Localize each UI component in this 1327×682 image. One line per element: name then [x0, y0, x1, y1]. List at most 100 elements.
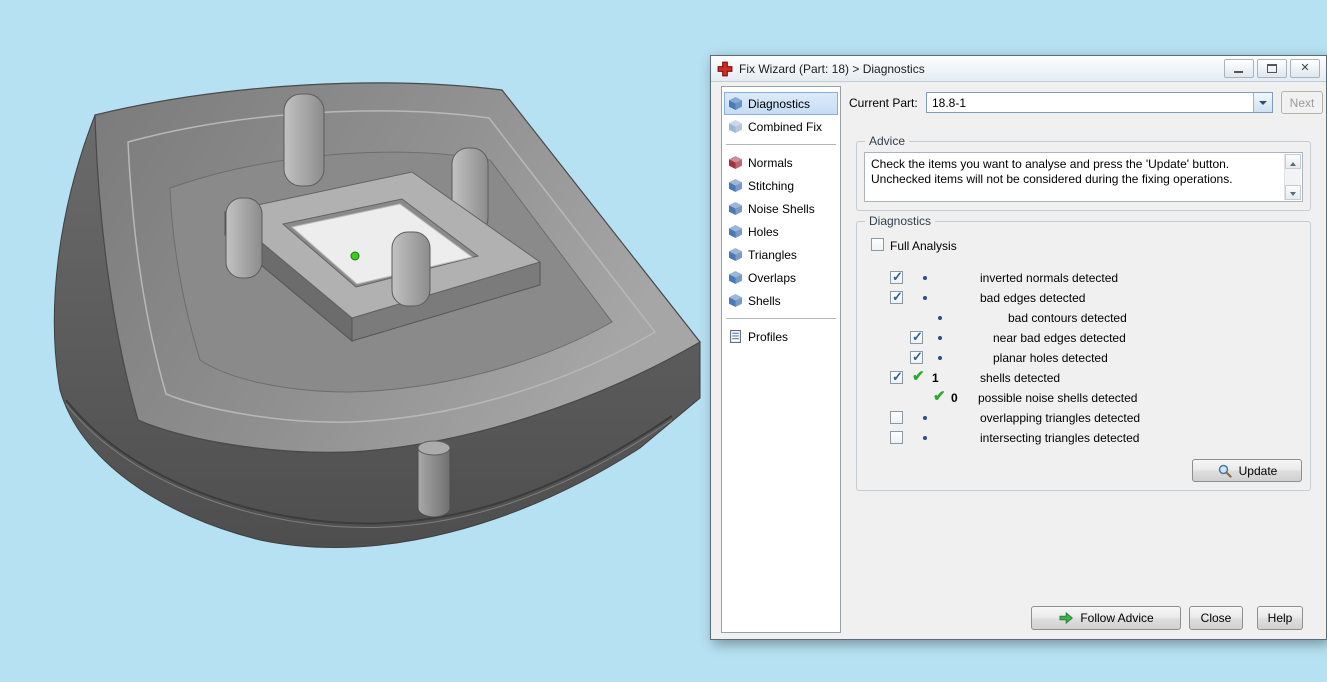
sidebar-item-label: Profiles	[748, 329, 789, 344]
item-checkbox[interactable]	[890, 289, 903, 305]
sidebar-item-label: Holes	[748, 224, 779, 239]
sidebar-item-overlaps[interactable]: Overlaps	[724, 266, 838, 289]
sidebar-item-label: Stitching	[748, 178, 795, 193]
bullet-icon	[923, 276, 927, 280]
item-checkbox[interactable]	[890, 269, 903, 285]
minimize-button[interactable]	[1224, 59, 1254, 78]
model-post-top	[283, 93, 325, 187]
advice-scrollbar[interactable]	[1284, 154, 1301, 200]
window-controls	[1224, 59, 1320, 78]
item-label: near bad edges detected	[993, 331, 1126, 345]
cube-icon	[729, 225, 742, 238]
bullet-icon	[938, 316, 942, 320]
sidebar-item-profiles[interactable]: Profiles	[724, 325, 838, 348]
help-button[interactable]: Help	[1257, 606, 1303, 630]
bullet-icon	[923, 296, 927, 300]
sidebar-separator	[726, 318, 836, 319]
vertex-marker	[350, 251, 360, 261]
help-button-label: Help	[1267, 611, 1293, 625]
close-button-label: Close	[1200, 611, 1232, 625]
item-checkbox[interactable]	[910, 329, 923, 345]
sidebar-item-label: Diagnostics	[748, 96, 811, 111]
diagnostic-row-near-bad-edges: near bad edges detected	[857, 328, 1310, 348]
follow-advice-button[interactable]: Follow Advice	[1031, 606, 1181, 630]
chevron-down-icon[interactable]	[1253, 93, 1272, 112]
sidebar-separator	[726, 144, 836, 145]
bullet-icon	[938, 336, 942, 340]
bullet-icon	[938, 356, 942, 360]
diagnostics-group-caption: Diagnostics	[865, 214, 936, 228]
document-icon	[730, 330, 741, 343]
advice-group: Advice Check the items you want to analy…	[856, 134, 1311, 211]
bullet-icon	[923, 416, 927, 420]
3d-model[interactable]	[0, 0, 710, 682]
item-label: shells detected	[980, 371, 1061, 385]
sidebar-item-triangles[interactable]: Triangles	[724, 243, 838, 266]
item-checkbox[interactable]	[890, 431, 903, 444]
model-post-center	[391, 231, 431, 307]
item-checkbox[interactable]	[890, 369, 903, 385]
item-label: overlapping triangles detected	[980, 411, 1141, 425]
sidebar-item-label: Triangles	[748, 247, 797, 262]
model-peg	[417, 447, 451, 518]
close-window-button[interactable]	[1290, 59, 1320, 78]
screen: Fix Wizard (Part: 18) > Diagnostics Diag…	[0, 0, 1327, 682]
item-checkbox[interactable]	[910, 349, 923, 365]
sidebar-item-label: Normals	[748, 155, 793, 170]
follow-advice-label: Follow Advice	[1080, 611, 1154, 625]
diagnostic-row-possible-noise-shells: 0 possible noise shells detected	[857, 388, 1310, 408]
dialog-titlebar[interactable]: Fix Wizard (Part: 18) > Diagnostics	[711, 56, 1326, 82]
item-label: planar holes detected	[993, 351, 1108, 365]
scroll-up-button[interactable]	[1285, 154, 1301, 169]
diagnostics-group: Diagnostics Full Analysis inverted norma…	[856, 214, 1311, 491]
full-analysis-checkbox[interactable]	[871, 238, 884, 251]
current-part-label: Current Part:	[849, 96, 918, 110]
sidebar-item-label: Combined Fix	[748, 119, 823, 134]
diagnostic-row-overlapping-triangles: overlapping triangles detected	[857, 408, 1310, 428]
cube-icon	[729, 248, 742, 261]
cube-icon	[729, 294, 742, 307]
advice-textbox: Check the items you want to analyse and …	[864, 152, 1303, 202]
scroll-down-button[interactable]	[1285, 185, 1301, 200]
item-count: 0	[951, 391, 958, 405]
model-peg-top	[417, 440, 451, 456]
diagnostic-row-intersecting-triangles: intersecting triangles detected	[857, 428, 1310, 448]
diagnostic-row-shells: 1 shells detected	[857, 368, 1310, 388]
item-label: bad edges detected	[980, 291, 1086, 305]
sidebar-item-diagnostics[interactable]: Diagnostics	[724, 92, 838, 115]
maximize-button[interactable]	[1257, 59, 1287, 78]
3d-viewport[interactable]	[0, 0, 710, 682]
sidebar-item-normals[interactable]: Normals	[724, 151, 838, 174]
sidebar-item-shells[interactable]: Shells	[724, 289, 838, 312]
item-label: possible noise shells detected	[978, 391, 1138, 405]
current-part-value: 18.8-1	[932, 96, 967, 110]
sidebar-item-holes[interactable]: Holes	[724, 220, 838, 243]
model-post-left	[225, 197, 263, 279]
next-button[interactable]: Next	[1281, 91, 1323, 114]
item-label: bad contours detected	[1008, 311, 1127, 325]
sidebar-item-label: Noise Shells	[748, 201, 815, 216]
next-button-label: Next	[1289, 95, 1315, 110]
cube-icon	[729, 271, 742, 284]
advice-group-caption: Advice	[865, 134, 910, 148]
fix-wizard-dialog: Fix Wizard (Part: 18) > Diagnostics Diag…	[710, 55, 1327, 640]
close-button[interactable]: Close	[1189, 606, 1243, 630]
update-button-label: Update	[1238, 463, 1278, 478]
update-button[interactable]: Update	[1192, 459, 1302, 482]
sidebar-item-stitching[interactable]: Stitching	[724, 174, 838, 197]
fix-wizard-cross-icon	[717, 61, 733, 76]
cube-icon	[729, 202, 742, 215]
diagnostics-list: inverted normals detected bad edges dete…	[857, 268, 1310, 448]
sidebar: Diagnostics Combined Fix Normals Stitchi…	[721, 86, 841, 633]
sidebar-item-noise-shells[interactable]: Noise Shells	[724, 197, 838, 220]
full-analysis-label: Full Analysis	[890, 239, 957, 253]
diagnostic-row-planar-holes: planar holes detected	[857, 348, 1310, 368]
diagnostic-row-bad-contours: bad contours detected	[857, 308, 1310, 328]
diagnostic-row-inverted-normals: inverted normals detected	[857, 268, 1310, 288]
sidebar-item-combined-fix[interactable]: Combined Fix	[724, 115, 838, 138]
cube-icon	[729, 156, 742, 169]
current-part-dropdown[interactable]: 18.8-1	[926, 92, 1273, 113]
cube-icon	[729, 120, 742, 133]
item-count: 1	[932, 371, 939, 385]
item-checkbox[interactable]	[890, 411, 903, 424]
